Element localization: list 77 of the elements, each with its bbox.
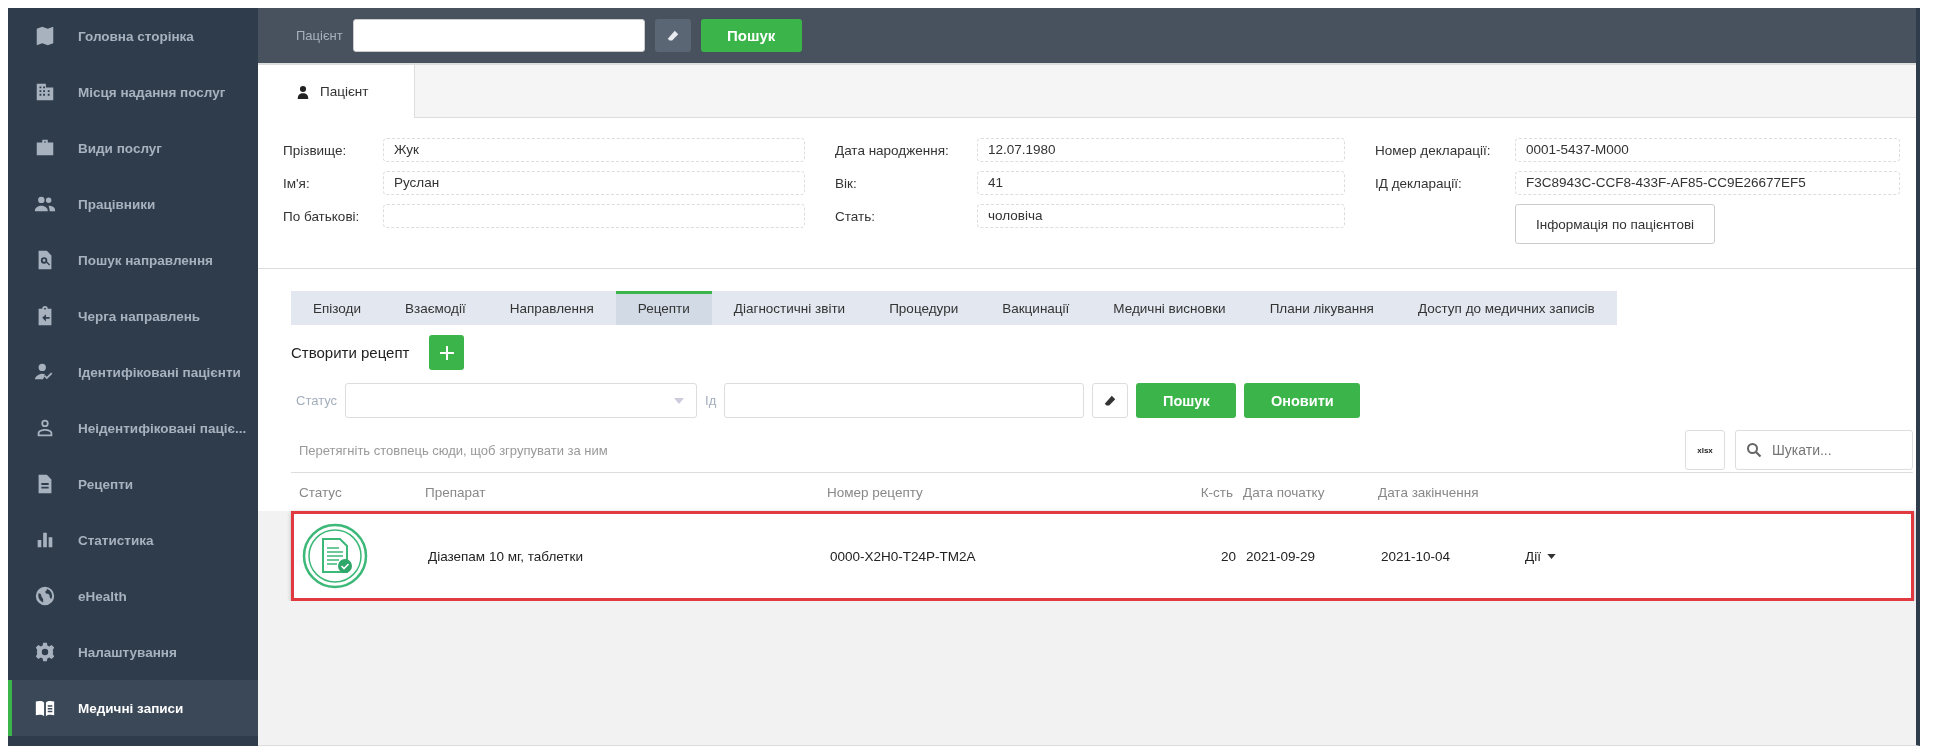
end-date-cell-text: 2021-10-04: [1381, 548, 1452, 564]
create-prescription-label: Створити рецепт: [291, 344, 410, 361]
actions-dropdown[interactable]: Дії: [1525, 548, 1556, 564]
status-label: Статус: [296, 393, 338, 408]
map-icon: [34, 25, 56, 47]
sidebar-item[interactable]: Рецепти: [8, 456, 258, 512]
group-hint: Перетягніть стовпець сюди, щоб згрупувати за ним: [299, 442, 609, 458]
gear-icon: [34, 641, 56, 663]
add-button[interactable]: [429, 335, 465, 370]
field-label: Дата народження:: [835, 142, 950, 158]
sidebar-item[interactable]: Налаштування: [8, 624, 258, 680]
column-header: К-сть: [1199, 484, 1233, 500]
sidebar-item[interactable]: Медичні записи: [8, 680, 258, 736]
patient-tab[interactable]: Пацієнт: [258, 65, 415, 118]
eraser-icon: [1103, 393, 1118, 408]
drug-cell-text: Діазепам 10 мг, таблетки: [428, 548, 584, 564]
record-tab[interactable]: Направлення: [487, 291, 616, 325]
quantity-cell-text: 20: [1219, 548, 1236, 564]
field-label: Номер декларації:: [1375, 142, 1492, 158]
person-icon: [296, 84, 310, 99]
record-tab[interactable]: Взаємодії: [383, 291, 488, 325]
search-field[interactable]: Шукати...: [1735, 430, 1913, 470]
field-label: Прізвище:: [283, 142, 348, 158]
field-label: По батькові:: [283, 208, 361, 224]
patient-info-button[interactable]: Інформація по пацієнтові: [1515, 204, 1716, 244]
status-dropdown[interactable]: [345, 383, 698, 418]
field-value: F3C8943C-CCF8-433F-AF85-CC9E26677EF5: [1515, 171, 1900, 195]
id-label: Ід: [705, 393, 717, 408]
prescription-status-icon: [302, 523, 368, 589]
column-header: Статус: [298, 484, 343, 500]
field-label: Стать:: [835, 208, 876, 224]
record-tab[interactable]: Процедури: [867, 291, 981, 325]
field-value: 12.07.1980: [977, 138, 1345, 162]
export-button[interactable]: xlsx: [1685, 430, 1725, 470]
sidebar-item[interactable]: Черга направлень: [8, 288, 258, 344]
sidebar-item[interactable]: Статистика: [8, 512, 258, 568]
field-label: Вік:: [835, 175, 858, 191]
eraser-icon: [665, 28, 680, 43]
record-tab[interactable]: Плани лікування: [1247, 291, 1396, 325]
column-header: Препарат: [425, 484, 487, 500]
field-value: чоловіча: [977, 204, 1345, 228]
dropdown-caret-icon: [674, 397, 685, 404]
search-icon: [1746, 442, 1762, 458]
column-header: Номер рецепту: [827, 484, 924, 500]
patient-label: Пацієнт: [296, 28, 343, 43]
column-header: Дата початку: [1243, 484, 1326, 500]
record-tab[interactable]: Діагностичні звіти: [711, 291, 868, 325]
sidebar-item[interactable]: Неідентифіковані паціє...: [8, 400, 258, 456]
record-tab[interactable]: Доступ до медичних записів: [1395, 291, 1617, 325]
field-label: Ім'я:: [283, 175, 311, 191]
globe-icon: [34, 585, 56, 607]
field-value: 0001-5437-M000: [1515, 138, 1900, 162]
sidebar-item[interactable]: Види послуг: [8, 120, 258, 176]
field-value: 41: [977, 171, 1345, 195]
field-value: Жук: [383, 138, 805, 162]
plus-icon: [438, 344, 455, 361]
caret-icon: [1546, 553, 1556, 559]
field-value: Руслан: [383, 171, 805, 195]
record-tab[interactable]: Рецепти: [615, 291, 712, 325]
record-tab[interactable]: Вакцинації: [980, 291, 1092, 325]
record-tab[interactable]: Епізоди: [291, 291, 383, 325]
clear-button[interactable]: [654, 19, 691, 52]
column-header: Дата закінчення: [1378, 484, 1480, 500]
sidebar-item[interactable]: Місця надання послуг: [8, 64, 258, 120]
field-label: ІД декларації:: [1375, 175, 1463, 191]
patient-search-field[interactable]: [352, 19, 645, 52]
prescription-number-cell-text: 0000-X2H0-T24P-TM2A: [830, 548, 977, 564]
start-date-cell-text: 2021-09-29: [1246, 548, 1317, 564]
sidebar-item[interactable]: Ідентифіковані пацієнти: [8, 344, 258, 400]
sidebar-item[interactable]: Головна сторінка: [8, 8, 258, 64]
clear-button[interactable]: [1092, 383, 1129, 418]
record-tab[interactable]: Медичні висновки: [1091, 291, 1248, 325]
id-field[interactable]: [724, 383, 1085, 418]
building-icon: [34, 81, 56, 103]
sidebar-item[interactable]: Працівники: [8, 176, 258, 232]
sidebar-item[interactable]: eHealth: [8, 568, 258, 624]
sidebar-item[interactable]: Пошук направлення: [8, 232, 258, 288]
